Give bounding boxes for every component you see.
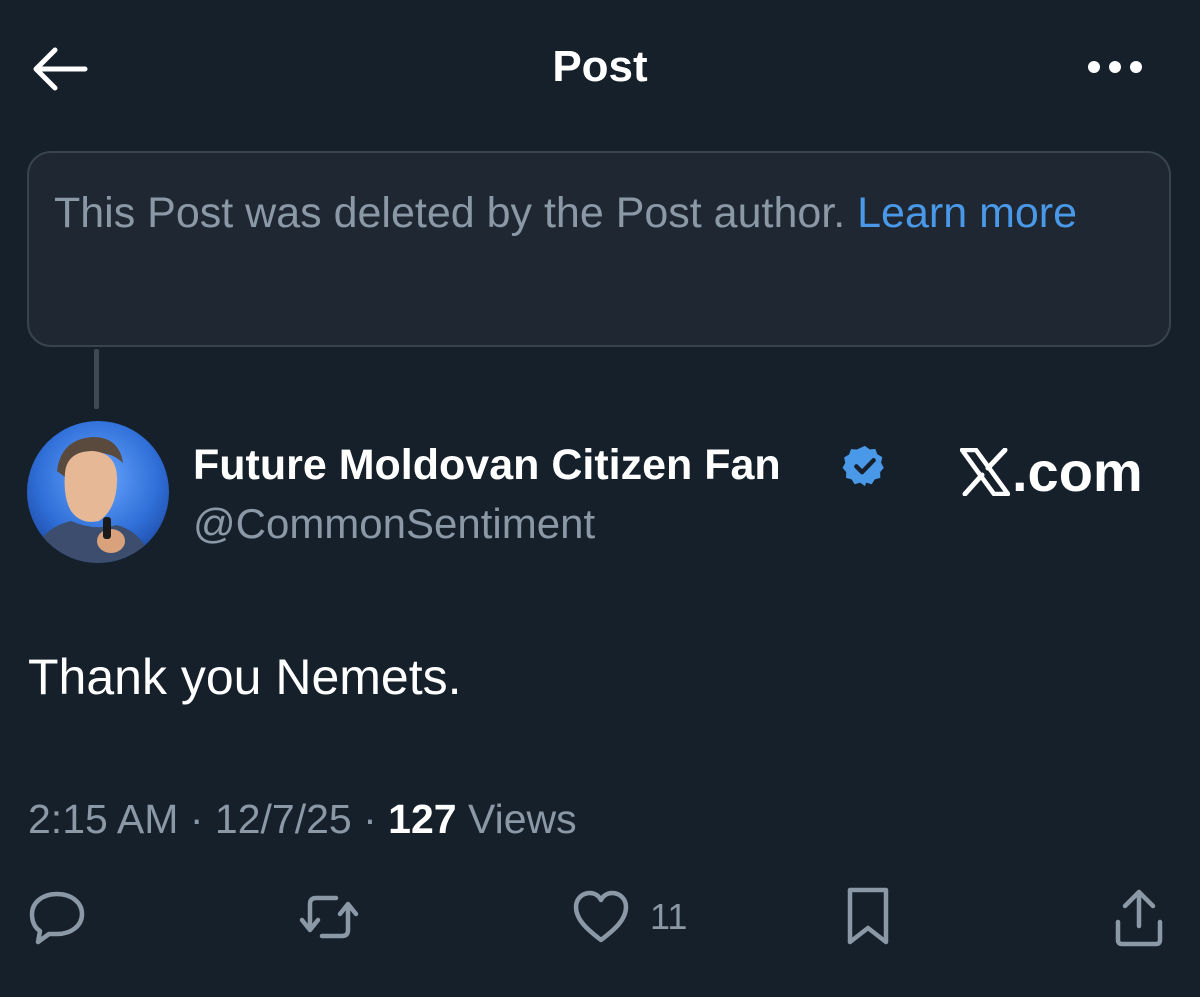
post-time[interactable]: 2:15 AM: [28, 796, 178, 842]
author-handle[interactable]: @CommonSentiment: [193, 497, 595, 551]
reply-icon: [29, 891, 85, 945]
watermark-text: .com: [1012, 440, 1143, 503]
heart-icon: [573, 890, 629, 943]
thread-connector-line: [94, 349, 99, 409]
author-display-name[interactable]: Future Moldovan Citizen Fan: [193, 438, 781, 492]
page-title: Post: [552, 42, 648, 91]
post-text: Thank you Nemets.: [28, 649, 462, 705]
deleted-notice-text: This Post was deleted by the Post author…: [54, 184, 1144, 242]
more-horizontal-icon: [1088, 61, 1142, 73]
views-count[interactable]: 127: [388, 796, 456, 842]
verified-badge-icon: [842, 445, 884, 487]
deleted-notice-message: This Post was deleted by the Post author…: [54, 189, 846, 237]
like-count: 11: [650, 896, 688, 937]
more-options-button[interactable]: [1080, 44, 1150, 90]
learn-more-link[interactable]: Learn more: [857, 189, 1077, 237]
share-icon: [1115, 889, 1163, 947]
like-button[interactable]: 11: [570, 882, 710, 952]
meta-separator: ·: [189, 796, 204, 842]
views-label[interactable]: Views: [468, 796, 577, 842]
x-logo-icon: [960, 448, 1010, 496]
deleted-post-notice: [27, 151, 1171, 347]
reply-button[interactable]: [26, 882, 96, 952]
bookmark-icon: [847, 887, 889, 945]
watermark: .com: [960, 437, 1143, 507]
bookmark-button[interactable]: [840, 882, 910, 952]
post-meta: 2:15 AM · 12/7/25 · 127 Views: [28, 793, 577, 845]
repost-button[interactable]: [296, 882, 366, 952]
share-button[interactable]: [1108, 882, 1178, 952]
avatar[interactable]: [27, 421, 169, 563]
repost-icon: [299, 895, 359, 939]
post-date[interactable]: 12/7/25: [215, 796, 352, 842]
meta-separator: ·: [363, 796, 377, 842]
